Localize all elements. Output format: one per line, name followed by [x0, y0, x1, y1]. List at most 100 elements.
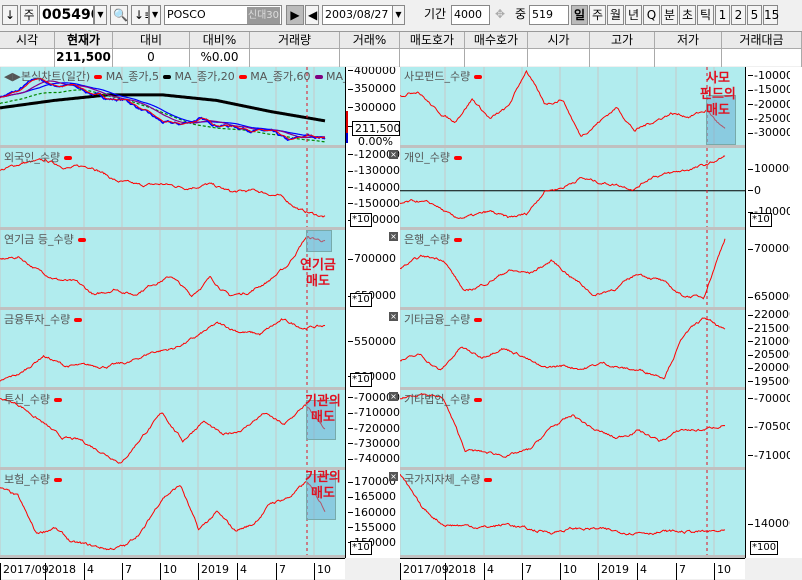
- close-panel-icon[interactable]: ×: [389, 472, 398, 481]
- legend-item: MA_종가,60: [250, 70, 311, 83]
- quote-col: 거래%: [340, 32, 400, 67]
- tag-30: 30: [266, 10, 279, 21]
- current-price-box: 211,500: [352, 121, 400, 136]
- y-tick-label: 300000: [348, 101, 396, 114]
- x-tick-label: 4: [237, 563, 247, 580]
- close-panel-icon[interactable]: ×: [389, 150, 398, 159]
- panel-right-2[interactable]: 은행_수량: [400, 230, 745, 310]
- panel-right-3[interactable]: 기타금융_수량: [400, 310, 745, 390]
- interval-Q[interactable]: Q: [643, 5, 660, 25]
- code-dropdown-icon[interactable]: ▼: [94, 5, 107, 25]
- legend-swatch: [474, 75, 483, 79]
- panel-left-0[interactable]: ◀▶본식차트(일간) MA_종가,5 MA_종가,20 MA_종가,60 MA_…: [0, 67, 345, 148]
- toolbar: ↓ 주 005490 ▼ 🔍 ↓≡ ▼ POSCO 신대30 ▶ ◀ 2003/…: [0, 0, 802, 30]
- x-tick-label: 2017/09: [0, 563, 49, 580]
- quote-header: 거래%: [340, 32, 399, 49]
- close-panel-icon[interactable]: ×: [389, 232, 398, 241]
- quote-col: 거래량: [250, 32, 340, 67]
- panel-title: 은행_수량: [404, 231, 462, 247]
- panel-right-1[interactable]: 개인_수량: [400, 148, 745, 230]
- panel-left-1[interactable]: 외국인_수량: [0, 148, 345, 230]
- interval-초[interactable]: 초: [679, 5, 696, 25]
- panel-right-0[interactable]: 사모펀드_수량 사모 펀드의 매도: [400, 67, 745, 148]
- interval-2[interactable]: 2: [731, 5, 746, 25]
- x-tick-label: 7: [276, 563, 286, 580]
- close-panel-icon[interactable]: ×: [389, 312, 398, 321]
- week-toggle-button[interactable]: 주: [20, 5, 38, 25]
- annotation: 기관의 매도: [305, 394, 341, 425]
- interval-틱[interactable]: 틱: [697, 5, 714, 25]
- stock-code-input[interactable]: 005490: [39, 5, 94, 25]
- move-icon[interactable]: ✥: [493, 5, 509, 25]
- quote-header: 고가: [590, 32, 654, 49]
- y-tick-label: -200000: [748, 98, 790, 111]
- y-tick-label: 100000: [748, 163, 790, 175]
- y-axis-left-2[interactable]: 700000 650000 *10: [345, 230, 400, 310]
- period-input[interactable]: 4000: [451, 5, 490, 25]
- y-tick-label: -7300000: [348, 437, 400, 450]
- y-axis-left-5[interactable]: 170000 165000 160000 155000 150000 *10: [345, 470, 400, 558]
- y-tick-label: 550000: [348, 335, 396, 348]
- down-arrow-button[interactable]: ↓: [2, 5, 18, 25]
- period-label: 기간: [424, 7, 447, 21]
- legend-item: MA_종: [326, 70, 345, 83]
- mid-input[interactable]: 519: [529, 5, 569, 25]
- play-back-button[interactable]: ◀: [305, 5, 319, 25]
- tag-new: 신: [247, 10, 258, 21]
- legend-arrows-icon[interactable]: ◀▶: [4, 70, 21, 83]
- y-axis-left-0[interactable]: 400000350000300000250000211,5000.00%: [345, 67, 400, 148]
- x-tick-label: 7: [676, 563, 686, 580]
- y-axis-right-0[interactable]: -100000 -150000 -200000 -250000 -300000: [745, 67, 790, 148]
- panel-title: ◀▶본식차트(일간) MA_종가,5 MA_종가,20 MA_종가,60 MA_…: [4, 68, 345, 84]
- interval-월[interactable]: 월: [607, 5, 624, 25]
- quote-header: 시각: [0, 32, 54, 49]
- panel-left-5[interactable]: 보험_수량 기관의 매도: [0, 470, 345, 558]
- y-tick-label: 210000: [748, 335, 790, 348]
- legend-item: MA_종가,20: [174, 70, 235, 83]
- panel-left-2[interactable]: 연기금 등_수량 연기금 매도: [0, 230, 345, 310]
- quote-value: [465, 49, 527, 66]
- legend-swatch: [238, 75, 247, 79]
- interval-분[interactable]: 분: [661, 5, 678, 25]
- y-axis-right-1[interactable]: 1000000-100000*10: [745, 148, 790, 230]
- y-axis-right-4[interactable]: -7000000 -7050000 -7100000: [745, 390, 790, 470]
- legend-swatch: [53, 478, 62, 482]
- panel-right-5[interactable]: 국가지자체_수량: [400, 470, 745, 558]
- y-tick-label: 200000: [748, 362, 790, 374]
- panel-right-4[interactable]: 기타법인_수량: [400, 390, 745, 470]
- x-tick-label: 10: [314, 563, 331, 580]
- y-axis-right-2[interactable]: 700000 650000: [745, 230, 790, 310]
- panel-title: 국가지자체_수량: [404, 471, 493, 487]
- y-tick-label: 0: [748, 184, 761, 197]
- quote-value: [590, 49, 654, 66]
- scale-multiplier: *10: [350, 293, 372, 307]
- date-dropdown-icon[interactable]: ▼: [392, 5, 405, 25]
- y-axis-left-3[interactable]: 550000 500000 *10: [345, 310, 400, 390]
- panel-left-4[interactable]: 투신_수량 기관의 매도: [0, 390, 345, 470]
- list-sort-icon[interactable]: ↓≡: [131, 5, 149, 25]
- list-dropdown-icon[interactable]: ▼: [149, 5, 161, 25]
- close-panel-icon[interactable]: ×: [389, 392, 398, 401]
- quote-value: [0, 49, 54, 66]
- interval-일[interactable]: 일: [571, 5, 588, 25]
- y-axis-right-5[interactable]: 140000 *100: [745, 470, 790, 558]
- x-tick-label: 2018: [445, 563, 476, 580]
- search-icon[interactable]: 🔍: [110, 5, 128, 25]
- interval-주[interactable]: 주: [589, 5, 606, 25]
- chart-area: ◀▶본식차트(일간) MA_종가,5 MA_종가,20 MA_종가,60 MA_…: [0, 67, 802, 558]
- interval-1[interactable]: 1: [715, 5, 730, 25]
- interval-5[interactable]: 5: [747, 5, 762, 25]
- y-axis-left-1[interactable]: -1200000-1300000-1400000-1500000-1600000…: [345, 148, 400, 230]
- interval-15[interactable]: 15: [763, 5, 779, 25]
- panel-title-text: 개인_수량: [404, 151, 450, 164]
- interval-년[interactable]: 년: [625, 5, 642, 25]
- y-axis-left-4[interactable]: -7000000-7100000-7200000-7300000-7400000: [345, 390, 400, 470]
- tag-badges: 신대30: [246, 7, 280, 24]
- play-forward-button[interactable]: ▶: [286, 5, 304, 25]
- panel-left-3[interactable]: 금융투자_수량: [0, 310, 345, 390]
- panel-title: 보험_수량: [4, 471, 62, 487]
- y-tick-label: -7100000: [748, 449, 790, 462]
- y-tick-label: -1400000: [348, 181, 400, 194]
- y-axis-right-3[interactable]: 220000215000210000205000200000195000: [745, 310, 790, 390]
- date-input[interactable]: 2003/08/27: [322, 5, 394, 25]
